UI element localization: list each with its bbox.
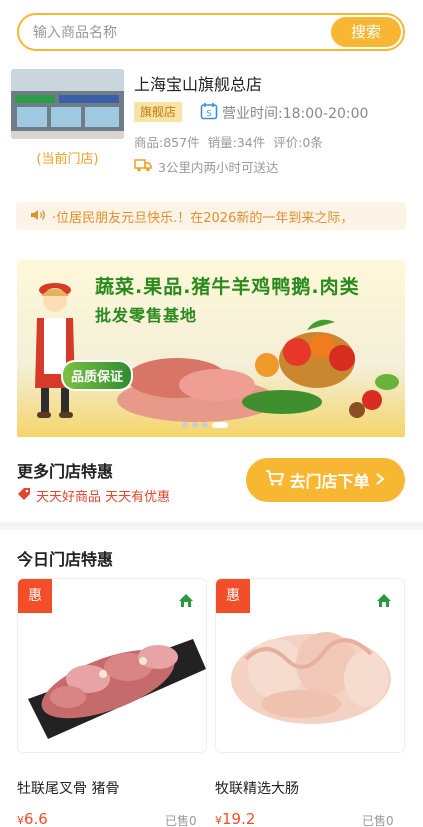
product-count: 商品:857件 — [134, 135, 200, 150]
brand-logo-icon — [374, 591, 394, 615]
today-deals-section: 今日门店特惠 惠 惠 牡联尾叉骨 猪骨 牧联精选大肠 ¥6.6 ¥19.2 已售… — [0, 530, 423, 827]
promo-banner[interactable]: 蔬菜.果品.猪牛羊鸡鸭鹅.肉类 批发零售基地 品质保证 — [17, 260, 405, 437]
search-input[interactable] — [33, 23, 313, 43]
store-stats: 商品:857件 销量:34件 评价:0条 — [134, 132, 323, 151]
search-bar: 搜索 — [0, 0, 423, 62]
carousel-dots — [182, 422, 228, 428]
go-order-label: 去门店下单 — [289, 472, 370, 491]
currency-symbol: ¥ — [215, 814, 222, 827]
delivery-text: 3公里内两小时可送达 — [158, 160, 279, 175]
more-deals-title: 更多门店特惠 — [17, 462, 114, 481]
carousel-dot[interactable] — [182, 422, 188, 428]
store-photo — [11, 69, 124, 139]
chevron-right-icon — [374, 471, 386, 490]
more-deals-section: 更多门店特惠 天天好商品 天天有优惠 去门店下单 — [0, 444, 423, 522]
product-card[interactable]: 惠 — [17, 578, 207, 753]
product-name: 牧联精选大肠 — [215, 781, 299, 797]
search-button[interactable]: 搜索 — [331, 17, 401, 47]
sold-count: 已售0 — [362, 814, 394, 827]
brand-logo-icon — [176, 591, 196, 615]
banner-section: 蔬菜.果品.猪牛羊鸡鸭鹅.肉类 批发零售基地 品质保证 — [0, 244, 423, 444]
price-value: 19.2 — [222, 810, 256, 827]
business-hours-text: 营业时间:18:00-20:00 — [222, 106, 369, 122]
cart-icon — [265, 469, 285, 491]
flagship-tag: 旗舰店 — [134, 102, 183, 122]
notice-text: ·位居民朋友元旦快乐.！在2026新的一年到来之际， — [52, 210, 354, 226]
more-deals-subtitle-text: 天天好商品 天天有优惠 — [36, 490, 171, 505]
currency-symbol: ¥ — [17, 814, 24, 827]
go-to-store-order-button[interactable]: 去门店下单 — [246, 458, 405, 502]
today-deals-title: 今日门店特惠 — [17, 550, 114, 569]
delivery-truck-icon — [134, 158, 152, 175]
sales-count: 销量:34件 — [207, 135, 266, 150]
notice-section: ·位居民朋友元旦快乐.！在2026新的一年到来之际， — [0, 186, 423, 244]
search-box[interactable]: 搜索 — [17, 13, 405, 51]
speaker-icon — [30, 207, 46, 226]
carousel-dot-active[interactable] — [212, 422, 228, 428]
product-card[interactable]: 惠 — [215, 578, 405, 753]
deal-tag: 惠 — [18, 579, 52, 613]
svg-text:S: S — [206, 109, 211, 118]
price-tag-icon — [17, 487, 31, 505]
product-name: 牡联尾叉骨 猪骨 — [17, 781, 120, 797]
product-price: ¥19.2 — [215, 810, 255, 827]
sold-count: 已售0 — [165, 814, 197, 827]
notice-bar[interactable]: ·位居民朋友元旦快乐.！在2026新的一年到来之际， — [16, 202, 406, 230]
banner-subtitle: 批发零售基地 — [95, 306, 198, 325]
business-hours: S 营业时间:18:00-20:00 — [200, 102, 368, 124]
banner-title: 蔬菜.果品.猪牛羊鸡鸭鹅.肉类 — [95, 276, 360, 298]
quality-badge: 品质保证 — [61, 360, 134, 391]
review-count: 评价:0条 — [273, 135, 323, 150]
store-card[interactable]: (当前门店) 上海宝山旗舰总店 旗舰店 S 营业时间:18:00-20:00 商… — [0, 62, 423, 186]
deal-tag: 惠 — [216, 579, 250, 613]
delivery-info: 3公里内两小时可送达 — [134, 157, 278, 176]
more-deals-subtitle: 天天好商品 天天有优惠 — [17, 486, 170, 505]
carousel-dot[interactable] — [202, 422, 208, 428]
calendar-icon: S — [200, 102, 218, 124]
store-name: 上海宝山旗舰总店 — [134, 75, 263, 94]
product-price: ¥6.6 — [17, 810, 48, 827]
current-store-label: (当前门店) — [36, 152, 99, 167]
carousel-dot[interactable] — [192, 422, 198, 428]
price-value: 6.6 — [24, 810, 48, 827]
